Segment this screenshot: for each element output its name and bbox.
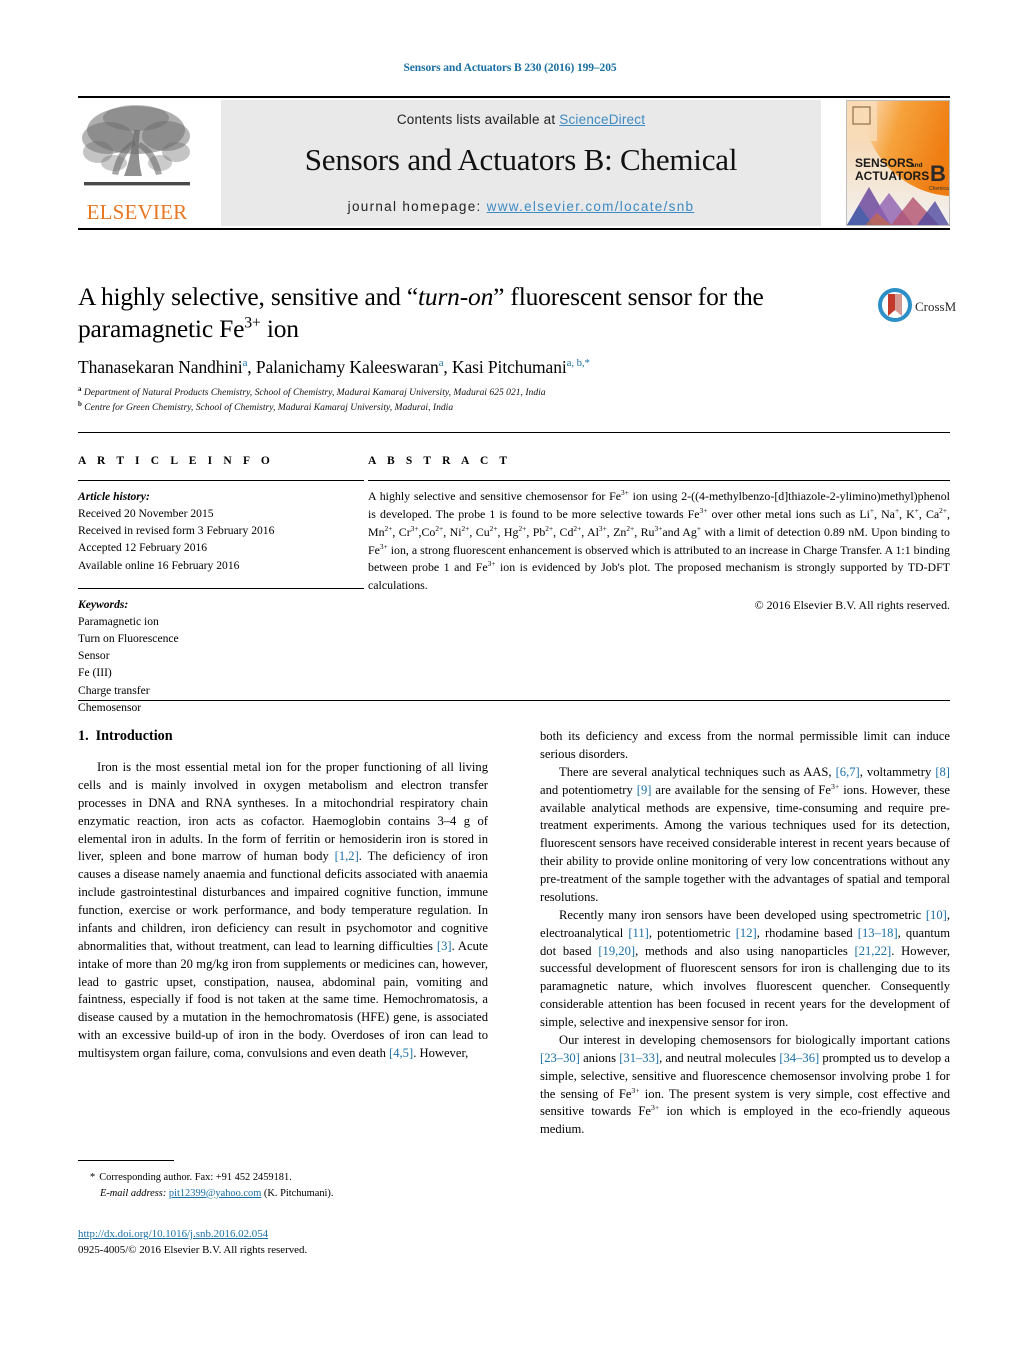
- info-abstract-region: A R T I C L E I N F O Article history: R…: [78, 432, 950, 714]
- paragraph: Iron is the most essential metal ion for…: [78, 760, 489, 1060]
- corresponding-author-star: *: [584, 357, 590, 370]
- crossmark-badge[interactable]: CrossMark: [878, 286, 973, 330]
- email-link[interactable]: pit12399@yahoo.com: [169, 1188, 261, 1199]
- keywords-group: Keywords: Paramagnetic ion Turn on Fluor…: [78, 596, 364, 716]
- footnote-corresponding-text: Corresponding author. Fax: +91 452 24591…: [99, 1172, 292, 1183]
- article-page: Sensors and Actuators B 230 (2016) 199–2…: [0, 0, 1020, 1351]
- affiliation-mark-b: b: [78, 400, 82, 408]
- paragraph: There are several analytical techniques …: [540, 764, 950, 904]
- contents-prefix: Contents lists available at: [396, 112, 560, 127]
- article-info-rule-top: [78, 480, 364, 481]
- author-sep-1: ,: [247, 357, 256, 377]
- paragraph: Recently many iron sensors have been dev…: [540, 907, 951, 1029]
- keywords-rule: [78, 587, 364, 589]
- journal-cover-thumbnail: SENSORS and ACTUATORS B Chemical: [846, 100, 950, 226]
- section-title-text: Introduction: [95, 728, 173, 744]
- crossmark-label: CrossMark: [915, 299, 956, 314]
- author-sep-2: ,: [443, 357, 452, 377]
- author-affil-mark-3: a, b,: [566, 357, 585, 370]
- svg-text:SENSORS: SENSORS: [855, 156, 914, 170]
- title-part-1: A highly selective, sensitive and “: [78, 282, 419, 311]
- corresponding-author-footnote: * Corresponding author. Fax: +91 452 2459…: [78, 1160, 488, 1201]
- footnote-corresponding-line: * Corresponding author. Fax: +91 452 2459…: [78, 1170, 488, 1186]
- svg-text:and: and: [911, 162, 923, 169]
- keyword-item: Chemosensor: [78, 700, 142, 714]
- author-name-1: Thanasekaran Nandhini: [78, 357, 243, 377]
- abstract-copyright: © 2016 Elsevier B.V. All rights reserved…: [754, 598, 950, 613]
- elsevier-wordmark: ELSEVIER: [86, 200, 188, 224]
- affiliation-mark-a: a: [78, 385, 82, 393]
- doi-link[interactable]: http://dx.doi.org/10.1016/j.snb.2016.02.…: [78, 1228, 268, 1240]
- svg-text:ACTUATORS: ACTUATORS: [855, 169, 929, 183]
- article-history-item: Available online 16 February 2016: [78, 558, 240, 572]
- paragraph: both its deficiency and excess from the …: [540, 729, 950, 761]
- section-number: 1.: [78, 728, 89, 744]
- journal-homepage-link[interactable]: www.elsevier.com/locate/snb: [487, 199, 695, 214]
- title-part-3: ion: [260, 314, 299, 344]
- abstract-heading: A B S T R A C T: [368, 455, 512, 467]
- running-head: Sensors and Actuators B 230 (2016) 199–2…: [403, 62, 617, 74]
- section-heading-introduction: 1. Introduction: [78, 728, 488, 745]
- svg-text:B: B: [930, 161, 946, 186]
- keyword-item: Fe (III): [78, 666, 112, 680]
- issn-copyright-line: 0925-4005/© 2016 Elsevier B.V. All right…: [78, 1244, 308, 1257]
- keyword-item: Paramagnetic ion: [78, 614, 159, 628]
- article-history-item: Received 20 November 2015: [78, 507, 214, 521]
- footnote-rule: [78, 1160, 174, 1161]
- journal-homepage-line: journal homepage: www.elsevier.com/locat…: [221, 199, 821, 214]
- title-italic-turn-on: turn-on: [418, 282, 494, 311]
- author-name-2: Palanichamy Kaleeswaran: [255, 357, 439, 377]
- body-column-right: both its deficiency and excess from the …: [540, 728, 950, 1139]
- article-history-item: Accepted 12 February 2016: [78, 541, 208, 555]
- page-title: A highly selective, sensitive and “turn-…: [78, 281, 868, 346]
- abstract-rule-top: [368, 480, 950, 481]
- keyword-item: Turn on Fluorescence: [78, 632, 179, 646]
- journal-masthead: ELSEVIER Contents lists available at Sci…: [78, 96, 950, 230]
- abstract-column: A B S T R A C T A highly selective and s…: [368, 455, 950, 613]
- paragraph: Our interest in developing chemosensors …: [540, 1032, 951, 1137]
- article-info-column: A R T I C L E I N F O Article history: R…: [78, 455, 364, 716]
- keyword-item: Sensor: [78, 649, 110, 663]
- doi-block: http://dx.doi.org/10.1016/j.snb.2016.02.…: [78, 1226, 538, 1258]
- info-abstract-bottom-rule: [78, 700, 950, 701]
- article-history-label: Article history:: [78, 490, 150, 503]
- affiliation-text-a: Department of Natural Products Chemistry…: [83, 387, 546, 398]
- author-name-3: Kasi Pitchumani: [451, 357, 567, 377]
- author-list: Thanasekaran Nandhinia, Palanichamy Kale…: [78, 357, 878, 378]
- article-info-heading: A R T I C L E I N F O: [78, 455, 274, 467]
- affiliation-a: a Department of Natural Products Chemist…: [78, 386, 878, 401]
- keywords-label: Keywords:: [78, 597, 129, 611]
- title-block: A highly selective, sensitive and “turn-…: [78, 281, 868, 346]
- article-history-item: Received in revised form 3 February 2016: [78, 524, 275, 538]
- footnote-email-line: E-mail address: pit12399@yahoo.com (K. P…: [78, 1186, 488, 1202]
- email-owner: (K. Pitchumani).: [263, 1187, 334, 1199]
- affiliation-b: b Centre for Green Chemistry, School of …: [78, 400, 878, 416]
- email-address-label: E-mail address:: [100, 1187, 167, 1199]
- journal-title: Sensors and Actuators B: Chemical: [304, 142, 738, 177]
- title-superscript: 3+: [244, 314, 261, 332]
- contents-available-line: Contents lists available at ScienceDirec…: [221, 112, 821, 127]
- sciencedirect-link[interactable]: ScienceDirect: [559, 112, 645, 127]
- affiliation-list: a Department of Natural Products Chemist…: [78, 386, 878, 415]
- affiliation-text-b: Centre for Green Chemistry, School of Ch…: [84, 401, 454, 413]
- elsevier-tree-icon: ELSEVIER: [78, 100, 196, 226]
- svg-text:Chemical: Chemical: [929, 186, 949, 192]
- homepage-prefix: journal homepage:: [347, 199, 487, 214]
- abstract-body: A highly selective and sensitive chemose…: [368, 488, 951, 593]
- keyword-item: Charge transfer: [78, 683, 150, 697]
- article-history-group: Article history: Received 20 November 20…: [78, 488, 364, 574]
- body-column-left: 1. Introduction Iron is the most essentia…: [78, 728, 488, 1063]
- footnote-star: *: [90, 1172, 96, 1183]
- masthead-center-band: Contents lists available at ScienceDirec…: [221, 100, 821, 226]
